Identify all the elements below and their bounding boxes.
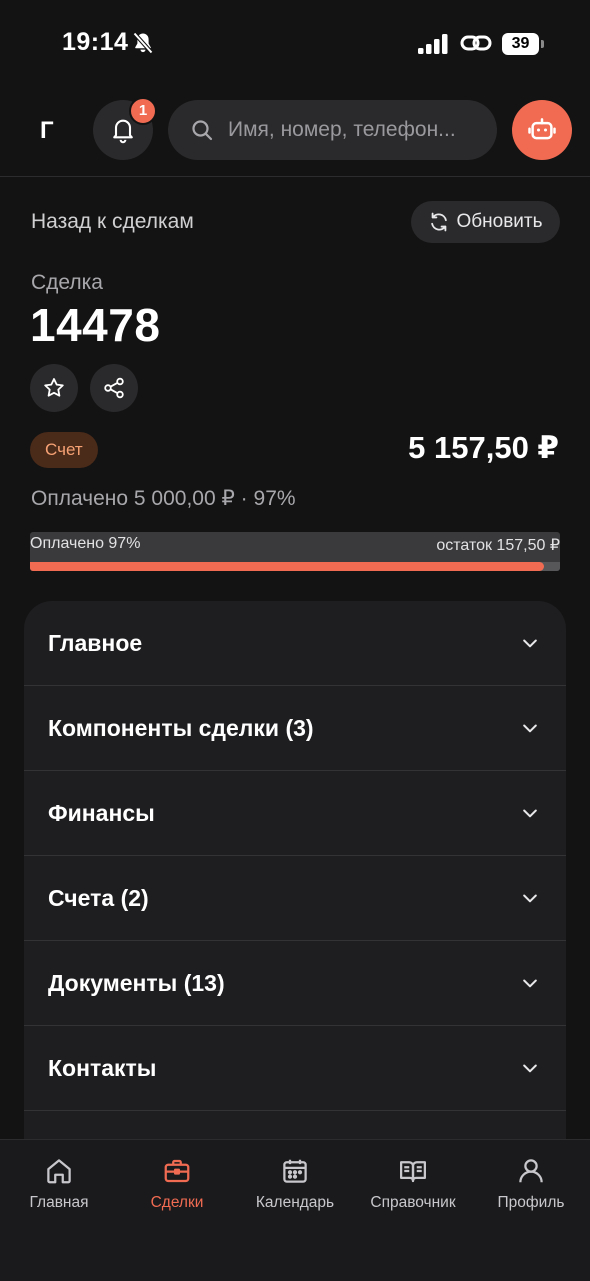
tab-home[interactable]: Главная xyxy=(0,1156,118,1212)
share-icon xyxy=(104,377,124,399)
hotspot-link-icon xyxy=(460,35,492,51)
paid-summary: Оплачено 5 000,00 ₽ · 97% xyxy=(31,487,296,510)
assistant-bot-button[interactable] xyxy=(512,100,572,160)
notifications-badge: 1 xyxy=(129,97,157,125)
progress-paid-label: Оплачено 97% xyxy=(30,535,141,552)
home-icon xyxy=(47,1159,71,1184)
progress-remaining-label: остаток 157,50 ₽ xyxy=(436,537,560,554)
signal-icon xyxy=(418,34,448,54)
chevron-down-icon xyxy=(523,979,537,988)
deal-sections-panel: Главное Компоненты сделки (3) Финансы Сч… xyxy=(24,601,566,1161)
tab-label: Календарь xyxy=(255,1194,335,1211)
header-divider xyxy=(0,176,590,177)
deal-label: Сделка xyxy=(31,271,103,294)
chevron-down-icon xyxy=(523,1064,537,1073)
user-icon xyxy=(519,1159,543,1183)
payment-progress: Оплачено 97% остаток 157,50 ₽ xyxy=(30,532,560,571)
chevron-down-icon xyxy=(523,809,537,818)
section-title: Документы (13) xyxy=(48,969,225,996)
status-time: 19:14 xyxy=(62,28,129,56)
section-title: Контакты xyxy=(48,1054,157,1081)
search-bar[interactable] xyxy=(168,100,497,160)
bottom-tab-bar: Главная Сделки Календарь Справочник Проф… xyxy=(0,1139,590,1281)
section-contacts[interactable]: Контакты xyxy=(24,1026,566,1111)
section-title: Финансы xyxy=(48,799,155,826)
star-icon xyxy=(44,378,64,397)
battery-level: 39 xyxy=(502,33,539,55)
header-letter[interactable]: Г xyxy=(40,117,54,145)
search-icon xyxy=(192,120,213,141)
refresh-button[interactable]: Обновить xyxy=(411,201,560,243)
progress-fill xyxy=(30,562,545,571)
deal-amount: 5 157,50 ₽ xyxy=(408,430,559,465)
briefcase-icon xyxy=(164,1159,190,1183)
search-input[interactable] xyxy=(226,117,480,143)
section-components[interactable]: Компоненты сделки (3) xyxy=(24,686,566,771)
bell-off-icon xyxy=(133,32,153,54)
tab-label: Сделки xyxy=(150,1194,204,1211)
section-title: Главное xyxy=(48,629,143,656)
tab-reference[interactable]: Справочник xyxy=(354,1156,472,1212)
tab-label: Профиль xyxy=(497,1194,565,1211)
tab-profile[interactable]: Профиль xyxy=(472,1156,590,1212)
battery-indicator: 39 xyxy=(502,33,544,55)
section-documents[interactable]: Документы (13) xyxy=(24,941,566,1026)
section-main[interactable]: Главное xyxy=(24,601,566,686)
tab-label: Справочник xyxy=(370,1194,456,1211)
favorite-button[interactable] xyxy=(30,364,78,412)
chevron-down-icon xyxy=(523,639,537,648)
tab-calendar[interactable]: Календарь xyxy=(236,1156,354,1212)
progress-track xyxy=(30,562,560,571)
back-to-deals-link[interactable]: Назад к сделкам xyxy=(31,210,194,234)
refresh-icon xyxy=(431,212,448,232)
robot-icon xyxy=(528,118,556,140)
refresh-label: Обновить xyxy=(456,211,543,232)
book-icon xyxy=(400,1161,426,1183)
chevron-down-icon xyxy=(523,724,537,733)
chevron-down-icon xyxy=(523,894,537,903)
tab-label: Главная xyxy=(29,1194,89,1211)
section-title: Компоненты сделки (3) xyxy=(48,714,314,741)
tab-deals[interactable]: Сделки xyxy=(118,1156,236,1212)
calendar-icon xyxy=(283,1159,307,1183)
section-invoices[interactable]: Счета (2) xyxy=(24,856,566,941)
deal-status-chip: Счет xyxy=(30,432,98,468)
deal-number: 14478 xyxy=(30,299,161,351)
share-button[interactable] xyxy=(90,364,138,412)
section-title: Счета (2) xyxy=(48,884,149,911)
section-finance[interactable]: Финансы xyxy=(24,771,566,856)
